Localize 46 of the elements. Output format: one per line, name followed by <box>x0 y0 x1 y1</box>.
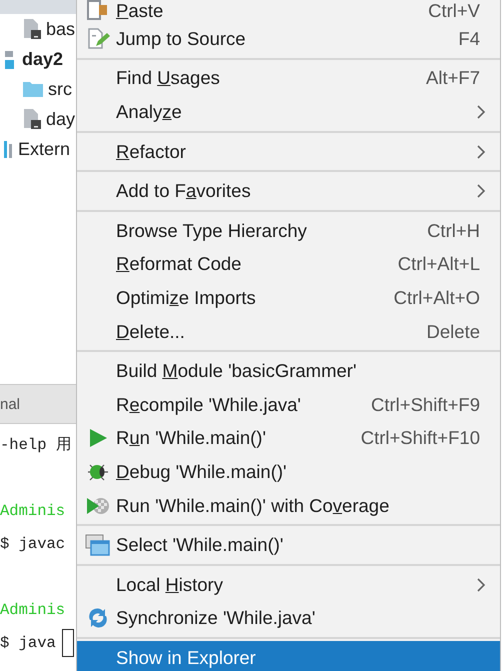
menu-item[interactable]: Reformat Code Ctrl+Alt+L <box>77 248 500 282</box>
tool-window-title[interactable]: nal <box>0 396 20 412</box>
tree-item-label[interactable]: Extern <box>18 138 70 160</box>
menu-item[interactable]: Optimize Imports Ctrl+Alt+O <box>77 281 500 315</box>
tree-item-label[interactable]: bas <box>46 18 76 40</box>
shortcut-label: Delete <box>426 320 480 343</box>
tree-item-label[interactable]: day2 <box>22 48 64 70</box>
menu-item[interactable]: Refactor <box>77 134 500 168</box>
shortcut-label: Ctrl+V <box>428 0 480 22</box>
tree-item-label[interactable]: src <box>48 78 72 100</box>
shortcut-label: Ctrl+Shift+F9 <box>371 394 480 416</box>
menu-item[interactable]: Build Module 'basicGrammer' <box>77 354 500 388</box>
shortcut-label: F4 <box>458 28 480 50</box>
menu-item[interactable]: Run 'While.main()' Ctrl+Shift+F10 <box>77 422 500 456</box>
shortcut-label: Ctrl+H <box>427 220 480 242</box>
menu-item[interactable]: Synchronize 'While.java' <box>77 602 500 636</box>
shortcut-label: Ctrl+Alt+O <box>394 286 480 309</box>
menu-item[interactable]: Select 'While.main()' <box>77 528 500 562</box>
menu-item[interactable]: Add to Favorites <box>77 174 500 208</box>
menu-item[interactable]: Browse Type Hierarchy Ctrl+H <box>77 214 500 248</box>
menu-item[interactable]: Jump to Source F4 <box>77 22 500 56</box>
menu-item[interactable]: Paste Ctrl+V <box>77 0 500 22</box>
terminal-line: $ javac <box>0 534 66 552</box>
menu-item[interactable]: Delete... Delete <box>77 314 500 348</box>
terminal-line: $ java <box>0 634 56 652</box>
file-icon <box>22 18 42 40</box>
terminal-line: Adminis <box>0 600 66 618</box>
folder-icon <box>22 80 44 98</box>
window-icon <box>84 533 110 558</box>
menu-item[interactable]: Show in Explorer <box>77 641 500 671</box>
menu-item[interactable]: Run 'While.main()' with Coverage <box>77 488 500 522</box>
shortcut-label: Ctrl+Shift+F10 <box>360 427 480 450</box>
file-icon <box>22 108 42 130</box>
menu-item[interactable]: Analyze <box>77 95 500 129</box>
menu-item[interactable]: Recompile 'While.java' Ctrl+Shift+F9 <box>77 388 500 422</box>
menu-item[interactable]: Debug 'While.main()' <box>77 455 500 489</box>
terminal-line: Adminis <box>0 502 66 520</box>
menu-item[interactable]: Local History <box>77 568 500 602</box>
shortcut-label: Ctrl+Alt+L <box>398 253 480 276</box>
tree-item-label[interactable]: day <box>46 108 76 130</box>
library-icon <box>4 139 14 159</box>
terminal-line: -help 用 <box>0 435 72 455</box>
clipboard-icon <box>86 0 110 22</box>
shortcut-label: Alt+F7 <box>426 67 480 90</box>
menu-item[interactable]: Find Usages Alt+F7 <box>77 62 500 96</box>
document-pencil-icon <box>86 26 110 51</box>
